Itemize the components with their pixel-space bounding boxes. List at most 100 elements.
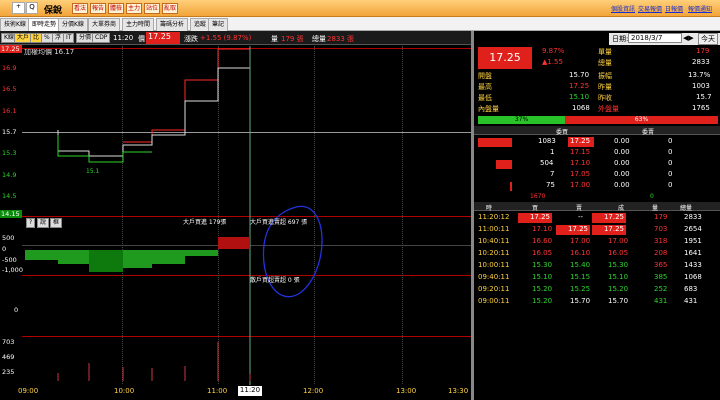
tick-total: 2654 <box>684 225 702 233</box>
bid-qty: 1083 <box>538 137 556 145</box>
stock-selector[interactable]: + <box>12 2 25 14</box>
ask-price: 0.00 <box>614 137 630 145</box>
tick-time: 10:20:11 <box>478 249 510 257</box>
tick-total: 431 <box>684 297 698 305</box>
time-tick: 13:30 <box>448 387 469 395</box>
tab-price-k[interactable]: 分價K線 <box>58 18 88 31</box>
low-price-mark: 15.1 <box>86 168 100 175</box>
vol-axis-tick: 703 <box>2 338 15 346</box>
tick-col-time: 時 <box>486 205 493 212</box>
stat-value: 15.10 <box>569 93 590 101</box>
mid-help-button[interactable]: ? <box>26 218 36 228</box>
date-picker[interactable]: 2018/3/7 <box>628 33 682 43</box>
tick-row: 10:40:11 16.60 17.00 17.00 318 1951 <box>474 237 720 248</box>
tick-bid: 17.10 <box>532 225 553 233</box>
tick-time: 11:20:12 <box>478 213 510 221</box>
tick-total: 1951 <box>684 237 702 245</box>
ask-qty: 0 <box>668 181 673 189</box>
stat-label: 昨收 <box>598 94 612 102</box>
tick-total: 1068 <box>684 273 702 281</box>
tab-notes[interactable]: 筆記 <box>208 18 229 31</box>
fn-button-report[interactable]: 報告 <box>90 3 107 14</box>
tick-vol: 703 <box>654 225 668 233</box>
tick-total: 1433 <box>684 261 702 269</box>
bid-price: 17.15 <box>570 148 591 156</box>
orderbook-row: 75 17.00 0.00 0 <box>474 181 720 192</box>
stat-label: 外盤量 <box>598 105 619 113</box>
mid-frame-button[interactable]: 框 <box>50 218 63 228</box>
tick-ask: -- <box>578 213 584 221</box>
tick-time: 09:00:11 <box>478 297 510 305</box>
big-buy-label: 大戶買進 179張 <box>183 219 227 226</box>
tick-total: 2833 <box>684 213 702 221</box>
ask-header: 委賣 <box>642 129 655 136</box>
stat-value: 15.7 <box>696 93 712 101</box>
tab-main-time[interactable]: 主力時間 <box>122 18 155 31</box>
time-tick: 11:00 <box>207 387 228 395</box>
bid-price: 17.00 <box>570 181 591 189</box>
ask-total: 0 <box>650 193 654 200</box>
today-button[interactable]: 今天 <box>698 33 718 45</box>
ask-qty: 0 <box>668 170 673 178</box>
tick-bid: 15.30 <box>532 261 553 269</box>
tick-bid: 15.20 <box>532 285 553 293</box>
link-quote-alert[interactable]: 報價通知 <box>688 4 712 13</box>
ask-price: 0.00 <box>614 181 630 189</box>
tab-big-broker[interactable]: 大單券商 <box>88 18 121 31</box>
tick-time: 10:00:11 <box>478 261 510 269</box>
vol-axis-tick: 235 <box>2 368 15 376</box>
tab-realtime[interactable]: 即時走勢 <box>28 18 61 31</box>
tick-vol: 431 <box>654 297 668 305</box>
tab-chip-analysis[interactable]: 籌碼分析 <box>156 18 189 31</box>
link-daily-quote[interactable]: 日報價 <box>665 4 683 13</box>
mid-axis-tick: -1,000 <box>2 266 23 274</box>
tick-bid: 17.25 <box>518 213 552 223</box>
vol-axis-tick: 469 <box>2 353 15 361</box>
fn-button-station[interactable]: 站位 <box>144 3 161 14</box>
tick-deal: 17.00 <box>608 237 629 245</box>
tab-bar: 技術K線 即時走勢 分價K線 大單券商 主力時間 籌碼分析 追蹤 筆記 <box>0 17 720 31</box>
total-vol-value: 2833 <box>692 58 710 66</box>
bid-qty: 1 <box>550 148 555 156</box>
tick-time: 11:00:11 <box>478 225 510 233</box>
search-icon[interactable]: Q <box>26 2 38 14</box>
tick-deal: 15.10 <box>608 273 629 281</box>
tick-ask: 15.40 <box>570 261 591 269</box>
bid-qty: 7 <box>550 170 555 178</box>
fn-button-checkup[interactable]: 體檢 <box>108 3 125 14</box>
stat-row: 內盤量 1068 外盤量 1765 <box>474 104 720 115</box>
top-bar: + Q 保銳 看法 報告 體檢 主力 站位 亂取 個股資訊 交易報價 日報價 報… <box>0 0 720 17</box>
big-price-box: 17.25 <box>478 47 532 69</box>
stat-value: 1765 <box>692 104 710 112</box>
tick-total: 1641 <box>684 249 702 257</box>
big-flow-bar <box>58 250 89 264</box>
inner-ratio-bar: 37% <box>478 116 565 124</box>
tab-k-line[interactable]: 技術K線 <box>0 18 30 31</box>
tick-bid: 15.10 <box>532 273 553 281</box>
abs-change: ▲1.55 <box>542 58 563 66</box>
price-chart-svg <box>25 46 323 386</box>
date-prev-arrow[interactable]: ◀▶ <box>683 34 694 42</box>
stat-value: 13.7% <box>688 71 711 79</box>
tab-track[interactable]: 追蹤 <box>190 18 211 31</box>
stock-name: 保銳 <box>44 6 63 16</box>
tick-bid: 16.05 <box>532 249 553 257</box>
bid-qty: 504 <box>540 159 554 167</box>
fn-button-view[interactable]: 看法 <box>72 3 89 14</box>
mid-say-button[interactable]: 說 <box>37 218 50 228</box>
orderbook-row: 504 17.10 0.00 0 <box>474 159 720 170</box>
fn-button-main[interactable]: 主力 <box>126 3 143 14</box>
big-flow-bar <box>185 250 218 256</box>
link-trade-quote[interactable]: 交易報價 <box>638 4 662 13</box>
price-line-white <box>57 67 250 157</box>
tick-deal: 17.25 <box>592 213 626 223</box>
link-stock-info[interactable]: 個股資訊 <box>611 4 635 13</box>
fn-button-random[interactable]: 亂取 <box>162 3 179 14</box>
stat-value: 1068 <box>572 104 590 112</box>
tick-vol: 318 <box>654 237 668 245</box>
tick-vol: 208 <box>654 249 668 257</box>
bid-total: 1670 <box>530 193 546 200</box>
tick-row: 09:40:11 15.10 15.15 15.10 385 1068 <box>474 273 720 284</box>
big-net-label: 大戶買進賣超 697 張 <box>250 219 308 226</box>
mid-axis-tick: -500 <box>2 256 17 264</box>
